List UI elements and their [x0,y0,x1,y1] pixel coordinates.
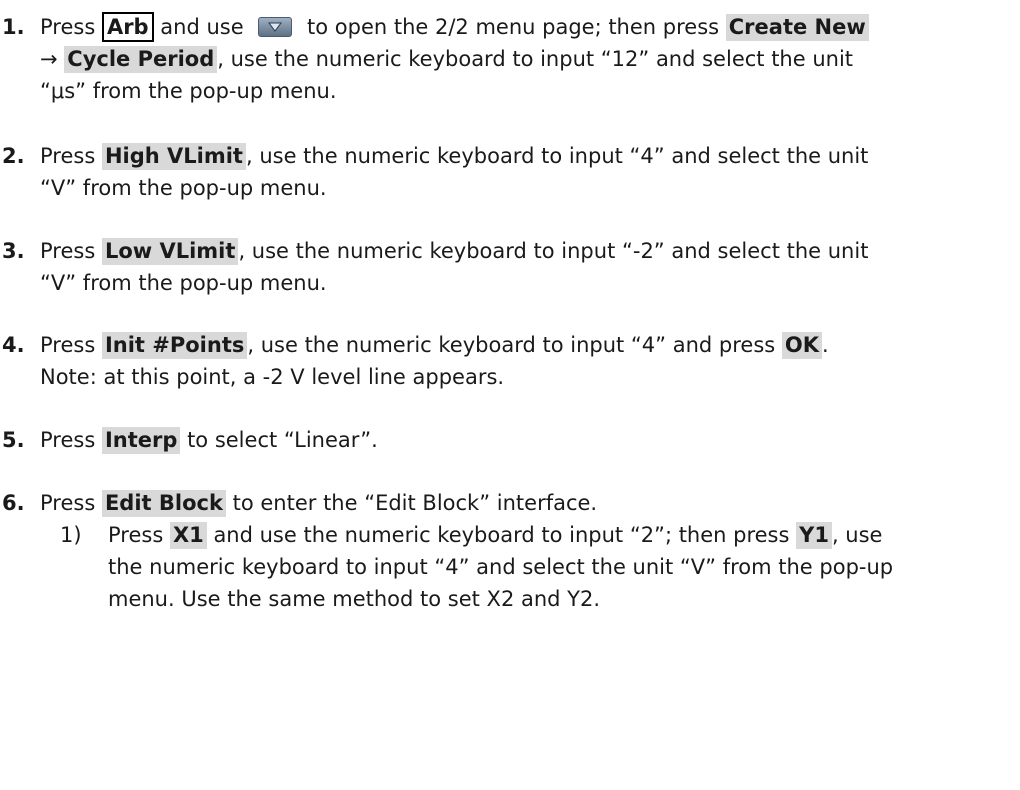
text: and use the numeric keyboard to input “2… [206,523,797,547]
step-6-line-1: Press Edit Block to enter the “Edit Bloc… [40,488,597,518]
step-number: 4. [2,333,25,357]
text: Press [40,428,102,452]
substep-number: 1) [60,523,82,547]
y1-key: Y1 [796,522,832,549]
text: to enter the “Edit Block” interface. [225,491,598,515]
step-5-line-1: Press Interp to select “Linear”. [40,425,378,455]
text: to select “Linear”. [180,428,378,452]
step-4-line-1: Press Init #Points, use the numeric keyb… [40,330,829,360]
create-new-key: Create New [725,14,869,41]
step-3-line-1: Press Low VLimit, use the numeric keyboa… [40,236,868,266]
text: , use the numeric keyboard to input “4” … [247,333,782,357]
step-number: 5. [2,428,25,452]
substep-line-2: the numeric keyboard to input “4” and se… [108,555,894,579]
document-page: 1. Press Arb and use to open the 2/2 men… [0,0,1020,790]
init-points-key: Init #Points [101,332,248,359]
edit-block-key: Edit Block [101,490,226,517]
text: . [822,333,829,357]
step-number: 1. [2,15,25,39]
step-1-line-1: Press Arb and use to open the 2/2 menu p… [40,12,869,42]
menu-down-arrow-icon [258,17,293,37]
step-3-line-2: “V” from the pop-up menu. [40,271,327,295]
text: , use the numeric keyboard to input “4” … [245,144,869,168]
cycle-period-key: Cycle Period [64,46,218,73]
arb-key: Arb [101,12,154,42]
arrow-text: → [40,47,65,71]
text: Press [40,333,102,357]
x1-key: X1 [169,522,207,549]
low-vlimit-key: Low VLimit [101,238,239,265]
high-vlimit-key: High VLimit [101,143,246,170]
step-number: 2. [2,144,25,168]
step-2-line-1: Press High VLimit, use the numeric keybo… [40,141,868,171]
substep-line-3: menu. Use the same method to set X2 and … [108,587,601,611]
text: Press [108,523,170,547]
step-1-line-3: “μs” from the pop-up menu. [40,79,337,103]
text: Press [40,15,102,39]
text: to open the 2/2 menu page; then press [300,15,726,39]
text: and use [153,15,251,39]
step-number: 3. [2,239,25,263]
ok-key: OK [781,332,823,359]
text: , use [831,523,883,547]
step-1-line-2: → Cycle Period, use the numeric keyboard… [40,44,853,74]
interp-key: Interp [101,427,181,454]
text: , use the numeric keyboard to input “-2”… [238,239,869,263]
step-2-line-2: “V” from the pop-up menu. [40,176,327,200]
text: , use the numeric keyboard to input “12”… [217,47,854,71]
step-4-note: Note: at this point, a -2 V level line a… [40,365,505,389]
text: Press [40,491,102,515]
step-number: 6. [2,491,25,515]
text: Press [40,144,102,168]
substep-line-1: Press X1 and use the numeric keyboard to… [108,520,882,550]
text: Press [40,239,102,263]
